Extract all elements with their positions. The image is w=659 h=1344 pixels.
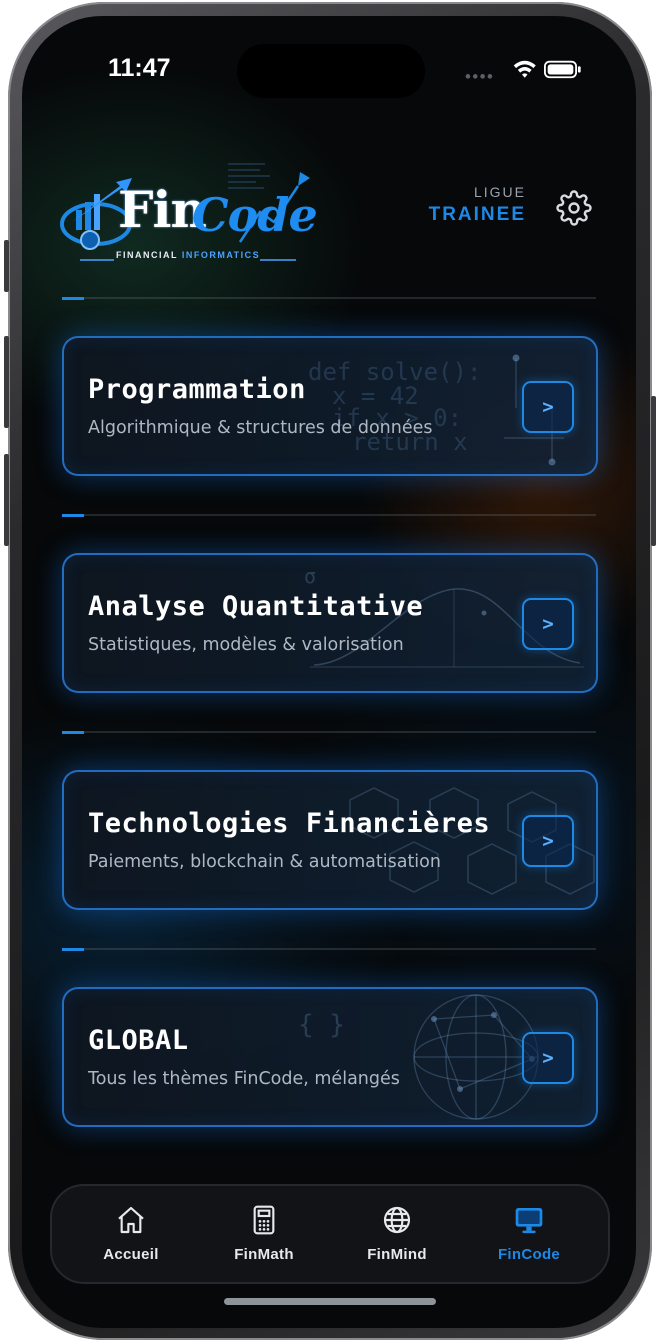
screen: 11:47 Fin Code FINANCIAL INFORMATICS LIG… <box>22 16 636 1328</box>
tab-label: Accueil <box>103 1246 159 1263</box>
power-button <box>651 396 656 546</box>
bottom-tab-bar: Accueil FinMath FinMind FinCode <box>50 1184 610 1284</box>
section-divider <box>62 514 596 517</box>
logo-tagline: FINANCIAL INFORMATICS <box>116 250 260 260</box>
cellular-signal-icon <box>465 74 493 79</box>
league-value: TRAINEE <box>428 204 526 225</box>
status-icons <box>465 60 581 79</box>
card-analyse-quantitative[interactable]: σ Analyse Quantitative Statistiques, mod… <box>62 553 598 693</box>
sigma-symbol: σ <box>304 564 316 588</box>
braces-symbol: { } <box>298 1010 345 1040</box>
logo-word-code: Code <box>192 188 318 242</box>
status-time: 11:47 <box>108 54 171 82</box>
chevron-right-icon[interactable]: > <box>522 1032 574 1084</box>
section-divider <box>62 731 596 734</box>
wifi-icon <box>513 60 536 78</box>
globe-icon <box>383 1206 411 1234</box>
fincode-logo: Fin Code FINANCIAL INFORMATICS <box>60 152 322 274</box>
tab-fincode[interactable]: FinCode <box>464 1186 594 1282</box>
card-subtitle: Algorithmique & structures de données <box>88 418 433 438</box>
card-subtitle: Paiements, blockchain & automatisation <box>88 852 441 872</box>
card-global[interactable]: { } GLOBAL Tous les thèmes FinCode, méla… <box>62 987 598 1127</box>
section-divider <box>62 948 596 951</box>
chevron-right-icon[interactable]: > <box>522 381 574 433</box>
dynamic-island <box>237 44 425 98</box>
logo-tagline-part1: FINANCIAL <box>116 250 182 260</box>
section-divider <box>62 297 596 300</box>
tab-accueil[interactable]: Accueil <box>66 1186 196 1282</box>
monitor-icon <box>515 1208 543 1234</box>
volume-down-button <box>4 454 9 546</box>
tab-label: FinCode <box>497 1246 561 1263</box>
card-title: GLOBAL <box>88 1025 189 1056</box>
chevron-right-icon[interactable]: > <box>522 598 574 650</box>
card-subtitle: Tous les thèmes FinCode, mélangés <box>88 1069 400 1089</box>
league-label: LIGUE <box>473 184 526 200</box>
battery-icon <box>544 60 581 79</box>
card-subtitle: Statistiques, modèles & valorisation <box>88 635 404 655</box>
hexagon-pattern <box>349 787 595 895</box>
distribution-curve-pattern: σ <box>304 564 584 668</box>
volume-up-button <box>4 336 9 428</box>
home-icon <box>118 1206 144 1234</box>
tab-finmind[interactable]: FinMind <box>332 1186 462 1282</box>
code-pattern: def solve(): x = 42 if x > 0: return x <box>308 354 564 466</box>
action-button <box>4 240 9 292</box>
tab-label: FinMath <box>234 1246 294 1263</box>
card-title: Programmation <box>88 374 306 405</box>
settings-gear-icon[interactable] <box>556 190 592 226</box>
card-title: Analyse Quantitative <box>88 591 424 622</box>
logo-tagline-part2: INFORMATICS <box>181 250 261 260</box>
globe-network-pattern: { } <box>298 994 539 1120</box>
tab-label: FinMind <box>367 1246 427 1263</box>
card-programmation[interactable]: def solve(): x = 42 if x > 0: return x P… <box>62 336 598 476</box>
calculator-icon <box>253 1205 275 1235</box>
home-indicator[interactable] <box>224 1298 436 1305</box>
tab-finmath[interactable]: FinMath <box>199 1186 329 1282</box>
card-technologies-financieres[interactable]: Technologies Financières Paiements, bloc… <box>62 770 598 910</box>
card-title: Technologies Financières <box>88 808 491 839</box>
chevron-right-icon[interactable]: > <box>522 815 574 867</box>
